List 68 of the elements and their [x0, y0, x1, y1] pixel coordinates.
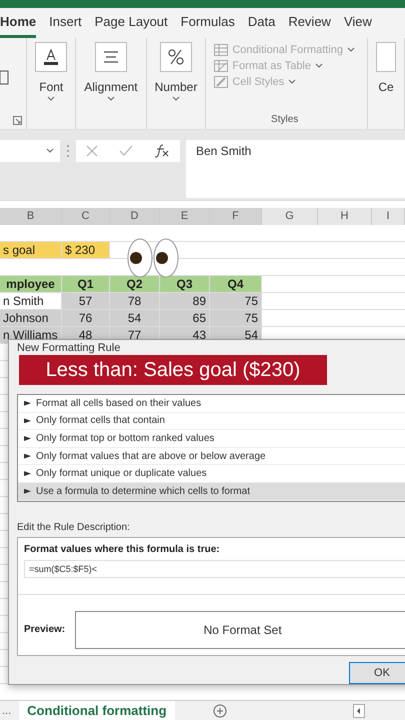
list-item[interactable]: Use a formula to determine which cells to format [18, 482, 405, 501]
brush-icon [214, 76, 228, 88]
caret-icon [288, 79, 296, 85]
formula-field[interactable]: =sum($C5:$F5)< [24, 560, 405, 578]
caret-icon [47, 96, 56, 102]
dialog-launcher-icon [13, 116, 22, 125]
ribbon-tab[interactable]: Insert [49, 10, 82, 38]
list-item[interactable]: Only format cells that contain [18, 412, 405, 430]
function-icon[interactable] [154, 144, 170, 158]
table-cell: Q3 [160, 276, 210, 293]
caret-icon [106, 96, 115, 102]
pointer-icon [24, 454, 31, 459]
column-header: F [210, 208, 262, 225]
add-sheet-icon[interactable] [212, 704, 227, 718]
table-cell: 65 [160, 310, 210, 327]
column-header: B [0, 208, 62, 225]
align-center-icon [102, 50, 120, 64]
grip-icon [66, 144, 70, 158]
field-label: Preview: [24, 624, 66, 636]
pointer-icon [24, 436, 31, 441]
ribbon-button[interactable]: Alignment [84, 42, 138, 102]
field-label: Format values where this formula is true: [24, 544, 221, 555]
ribbon-tab[interactable]: Review [288, 10, 331, 38]
ribbon-button[interactable]: Number [154, 42, 198, 102]
grid-icon [214, 44, 228, 56]
table-cell: 75 [210, 310, 262, 327]
table-cell: 78 [110, 293, 160, 310]
column-header: E [160, 208, 210, 225]
pointer-icon [24, 418, 31, 424]
caret-icon [46, 148, 54, 154]
pointer-icon [24, 471, 31, 476]
pointer-icon [24, 400, 31, 406]
caret-icon [315, 63, 323, 69]
dialog-title: New Formatting Rule [17, 342, 122, 356]
table-cell: 75 [210, 293, 262, 310]
rule-type-list[interactable] [17, 394, 405, 502]
column-header: C [62, 208, 110, 225]
table-cell: 57 [62, 293, 110, 310]
more-sheets[interactable]: ... [0, 704, 12, 716]
group-label: Styles [271, 114, 298, 125]
section-label: Edit the Rule Description: [17, 522, 131, 533]
table-cell: s goal [0, 242, 62, 259]
table-cell: Q1 [62, 276, 110, 293]
sheet-tab[interactable]: Conditional formatting [19, 700, 175, 720]
ribbon-tab[interactable]: Formulas [180, 10, 235, 38]
percent-icon [166, 47, 186, 67]
clipboard-icon [0, 70, 10, 86]
table-cell: 54 [110, 310, 160, 327]
ribbon-tab[interactable]: Data [248, 10, 276, 38]
caret-icon [172, 96, 180, 102]
table-cell: 89 [160, 293, 210, 310]
table-cell: Q4 [210, 276, 262, 293]
table-cell: $ 230 [62, 242, 110, 259]
ribbon-tab[interactable]: Page Layout [94, 10, 168, 38]
caret-icon [347, 47, 355, 53]
table-cell: mployee [0, 276, 62, 293]
column-header: D [110, 208, 160, 225]
table-icon [214, 60, 228, 72]
scroll-left-icon[interactable] [353, 704, 365, 718]
ribbon-tab[interactable]: View [344, 10, 372, 38]
table-cell: Johnson [0, 310, 62, 327]
ok-button[interactable]: OK [349, 662, 405, 684]
preview-box: No Format Set [75, 610, 405, 649]
pointer-icon [24, 488, 31, 494]
table-cell: Q2 [110, 276, 160, 293]
formula-input[interactable]: Ben Smith [186, 140, 405, 198]
table-cell: 76 [62, 310, 110, 327]
caption-banner: Less than: Sales goal ($230) [19, 355, 327, 385]
